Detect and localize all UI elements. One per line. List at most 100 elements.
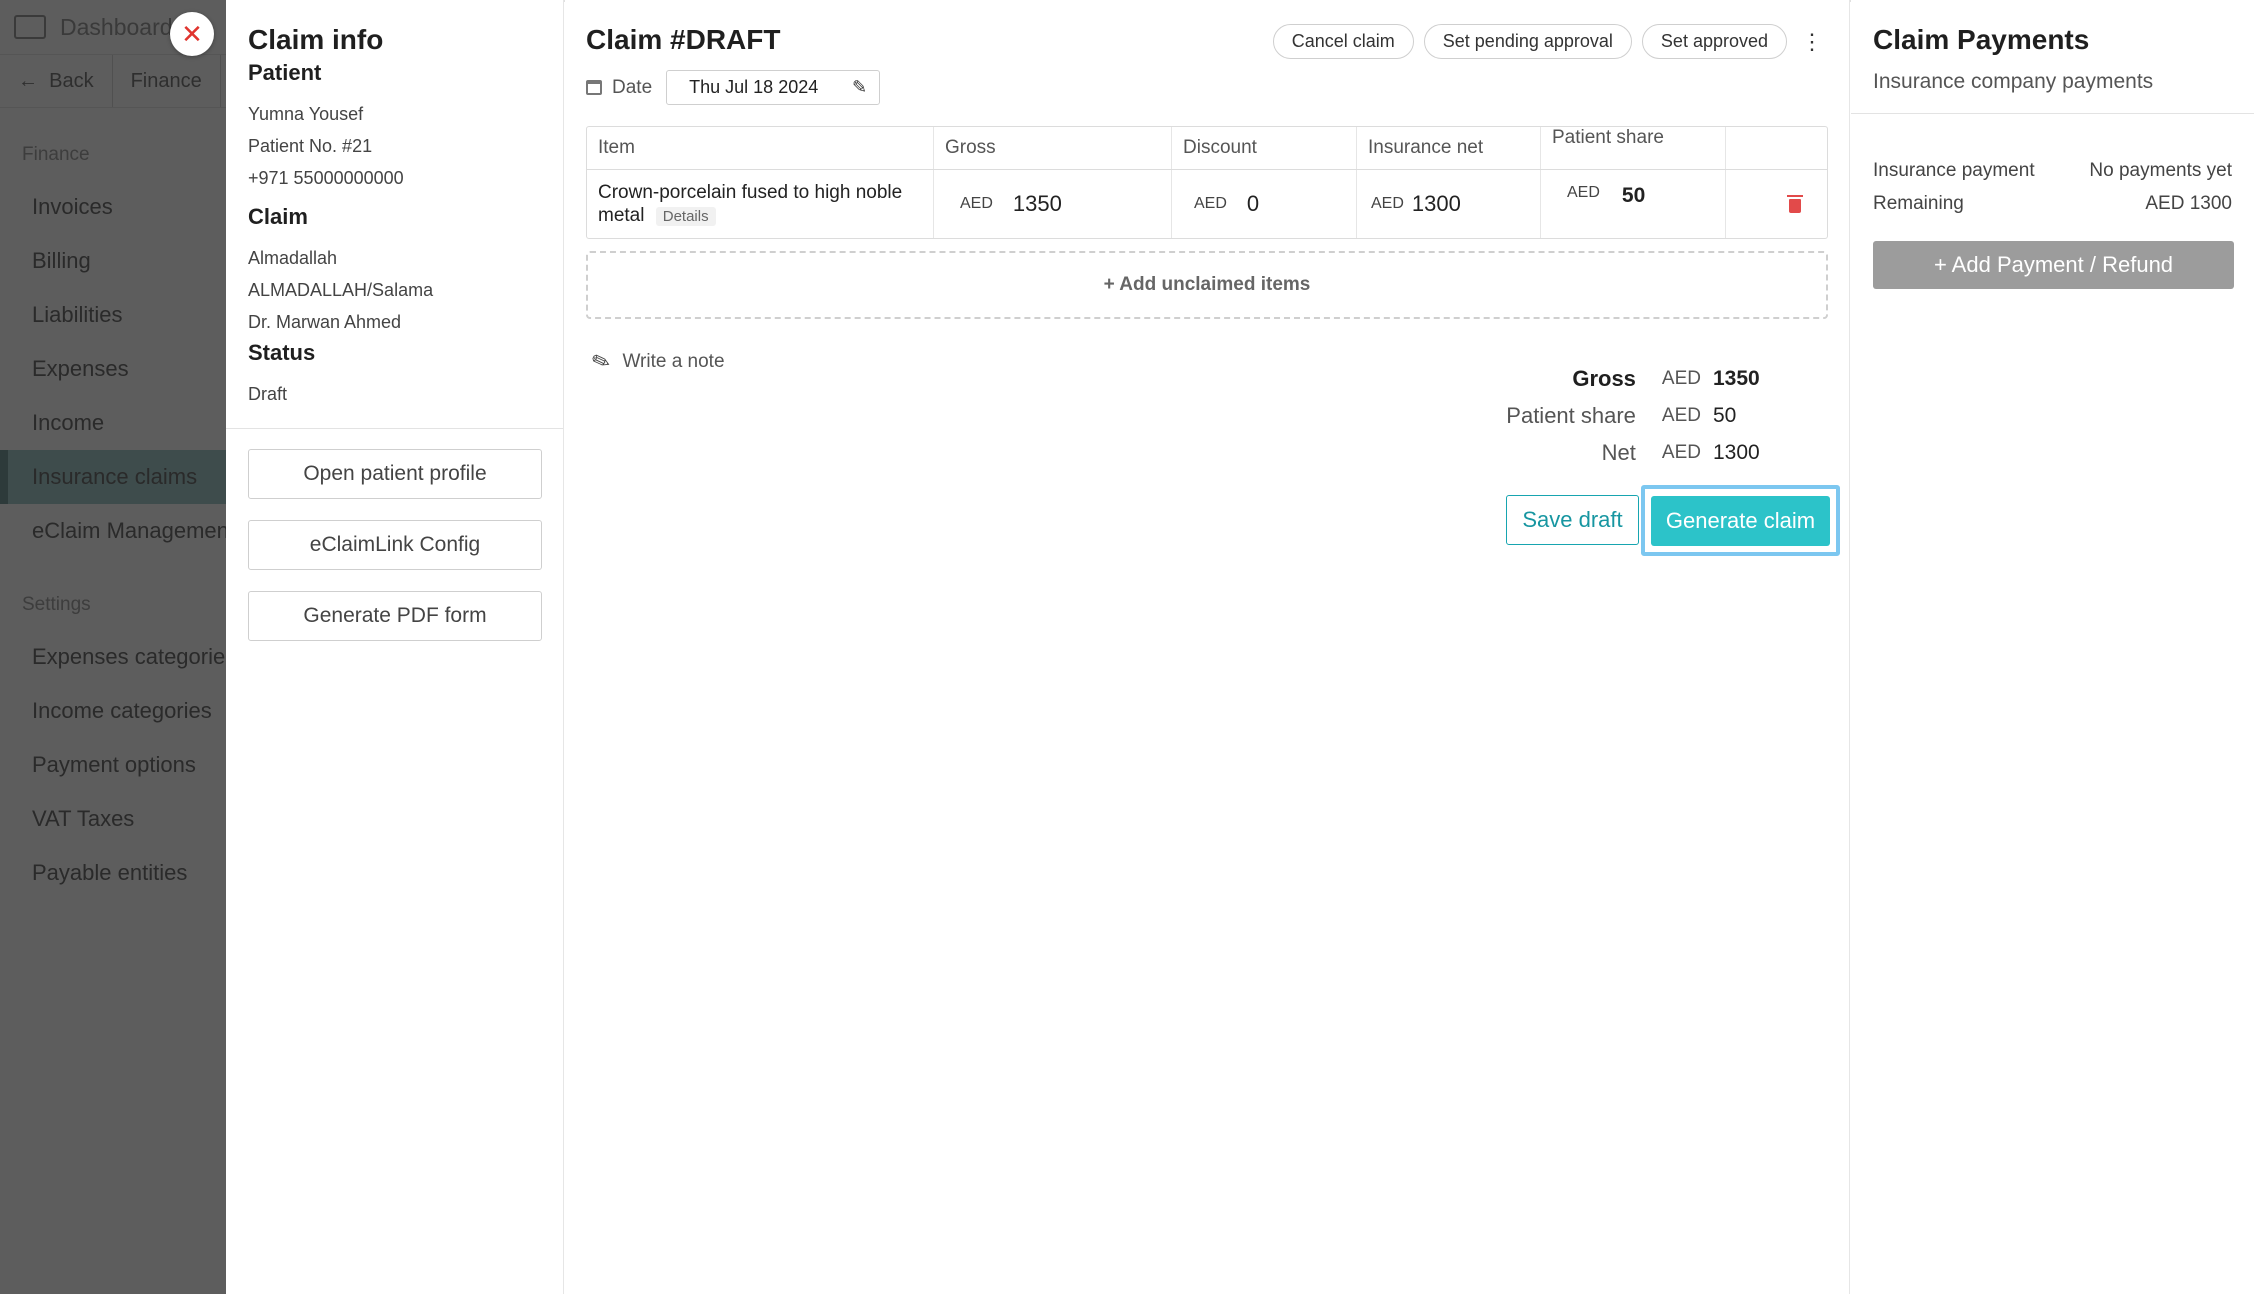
claim-payments-title: Claim Payments — [1873, 24, 2090, 55]
status-value: Draft — [248, 384, 288, 404]
claim-payments-subtitle: Insurance company payments — [1873, 70, 2154, 93]
section-finance: Finance — [22, 144, 90, 165]
claim-totals: Gross AED 1350 Patient share AED 50 Net … — [1506, 360, 1761, 471]
item-name: Crown-porcelain fused to high noble meta… — [598, 181, 903, 226]
remaining-label: Remaining — [1873, 192, 1964, 214]
more-options-icon[interactable]: ⋮ — [1801, 30, 1823, 53]
write-note-label: Write a note — [622, 351, 725, 372]
gross-cell[interactable]: AED 1350 — [934, 170, 1172, 238]
header-patient-share: Patient share — [1541, 127, 1726, 169]
total-patient-share-label: Patient share — [1506, 402, 1636, 428]
sidebar-item-payment-options: Payment options — [32, 752, 196, 777]
claim-company: Almadallah — [248, 248, 338, 268]
total-net-row: Net AED 1300 — [1506, 434, 1761, 471]
brand-label: Dashboard — [60, 13, 173, 40]
generate-pdf-form-button[interactable]: Generate PDF form — [248, 591, 542, 641]
header-gross: Gross — [934, 127, 1172, 169]
total-net-currency: AED — [1661, 441, 1701, 463]
section-settings: Settings — [22, 594, 91, 615]
claim-info-panel: Claim info Patient Yumna Yousef Patient … — [226, 0, 564, 1294]
claim-items-table: Item Gross Discount Insurance net Patien… — [586, 126, 1828, 239]
set-pending-approval-button[interactable]: Set pending approval — [1423, 24, 1632, 59]
sidebar-item-payable-entities: Payable entities — [32, 860, 188, 885]
header-insurance-net: Insurance net — [1357, 127, 1541, 169]
write-note-link[interactable]: ✎ Write a note — [588, 347, 725, 377]
claim-actions: Cancel claim Set pending approval Set ap… — [1263, 24, 1823, 59]
insurance-net-cell[interactable]: AED 1300 — [1357, 170, 1541, 238]
close-icon: ✕ — [181, 18, 203, 49]
generate-claim-button[interactable]: Generate claim — [1651, 495, 1830, 546]
save-draft-button[interactable]: Save draft — [1506, 495, 1639, 545]
add-payment-refund-button[interactable]: + Add Payment / Refund — [1873, 241, 2234, 289]
header-discount: Discount — [1172, 127, 1357, 169]
date-label: Date — [612, 76, 653, 98]
eclaimlink-config-button[interactable]: eClaimLink Config — [248, 520, 542, 570]
sidebar-item-vat-taxes: VAT Taxes — [32, 806, 135, 831]
patient-heading: Patient — [248, 60, 322, 85]
header-item: Item — [587, 127, 934, 169]
pen-icon: ✎ — [588, 346, 614, 377]
total-patient-share-value: 50 — [1713, 403, 1737, 427]
claim-doctor: Dr. Marwan Ahmed — [248, 312, 402, 332]
total-patient-share-row: Patient share AED 50 — [1506, 397, 1761, 434]
status-heading: Status — [248, 340, 316, 365]
sidebar-item-insurance-claims: Insurance claims — [0, 450, 226, 504]
insurance-payment-value: No payments yet — [2089, 159, 2232, 181]
total-gross-currency: AED — [1661, 367, 1701, 389]
open-patient-profile-button[interactable]: Open patient profile — [248, 449, 542, 499]
sidebar-item-eclaim-management: eClaim Management — [32, 518, 226, 543]
patient-name: Yumna Yousef — [248, 104, 364, 124]
gross-currency: AED — [960, 195, 993, 212]
calendar-icon — [586, 80, 602, 95]
sidebar-item-invoices: Invoices — [32, 194, 113, 219]
details-tag[interactable]: Details — [655, 206, 716, 226]
patient-share-value: 50 — [1621, 184, 1646, 207]
patient-share-cell[interactable]: AED 50 — [1541, 170, 1726, 238]
date-field[interactable]: Thu Jul 18 2024 ✎ — [666, 70, 881, 105]
sidebar-item-liabilities: Liabilities — [32, 302, 123, 327]
sidebar-item-expenses-categories: Expenses categories — [32, 644, 226, 669]
sidebar-item-billing: Billing — [32, 248, 91, 273]
sidebar-item-expenses: Expenses — [32, 356, 129, 381]
date-value: Thu Jul 18 2024 — [689, 77, 819, 97]
insurance-payment-label: Insurance payment — [1873, 159, 2035, 181]
insurance-payment-row: Insurance payment No payments yet — [1873, 154, 2232, 187]
table-row: Crown-porcelain fused to high noble meta… — [587, 170, 1827, 238]
claim-network: ALMADALLAH/Salama — [248, 280, 434, 300]
item-cell: Crown-porcelain fused to high noble meta… — [587, 170, 934, 238]
header-actions — [1726, 127, 1827, 169]
edit-pencil-icon[interactable]: ✎ — [852, 77, 867, 98]
patient-number: Patient No. #21 — [248, 136, 373, 156]
table-header-row: Item Gross Discount Insurance net Patien… — [587, 127, 1827, 170]
total-gross-row: Gross AED 1350 — [1506, 360, 1761, 397]
finance-crumb: Finance — [113, 55, 221, 107]
claim-info-title: Claim info — [248, 24, 384, 55]
total-net-label: Net — [1601, 439, 1636, 465]
background-breadcrumb: ← Back Finance — [0, 54, 226, 108]
date-row: Date Thu Jul 18 2024 ✎ — [586, 70, 881, 105]
back-crumb: ← Back — [0, 55, 113, 107]
sidebar-item-income-categories: Income categories — [32, 698, 212, 723]
total-net-value: 1300 — [1713, 440, 1760, 464]
discount-value: 0 — [1246, 191, 1260, 216]
background-sidebar: Dashboard ← Back Finance Finance Invoice… — [0, 0, 226, 1294]
total-patient-share-currency: AED — [1661, 404, 1701, 426]
gross-value: 1350 — [1012, 191, 1062, 216]
claim-title: Claim #DRAFT — [586, 24, 781, 55]
total-gross-value: 1350 — [1713, 366, 1760, 390]
close-drawer-button[interactable]: ✕ — [170, 12, 214, 56]
generate-claim-focus-ring: Generate claim — [1641, 485, 1840, 556]
set-approved-button[interactable]: Set approved — [1641, 24, 1787, 59]
delete-item-icon[interactable] — [1787, 195, 1803, 213]
discount-currency: AED — [1194, 195, 1227, 212]
claim-main-panel: Claim #DRAFT Cancel claim Set pending ap… — [565, 0, 1850, 1294]
cancel-claim-button[interactable]: Cancel claim — [1272, 24, 1414, 59]
insurance-net-value: 1300 — [1411, 191, 1461, 216]
patient-phone: +971 55000000000 — [248, 168, 404, 188]
sidebar-item-income: Income — [32, 410, 105, 435]
total-gross-label: Gross — [1572, 365, 1636, 391]
add-unclaimed-items-button[interactable]: + Add unclaimed items — [586, 251, 1828, 319]
discount-cell[interactable]: AED 0 — [1172, 170, 1357, 238]
claim-heading: Claim — [248, 204, 308, 229]
remaining-value: AED 1300 — [2145, 192, 2232, 214]
